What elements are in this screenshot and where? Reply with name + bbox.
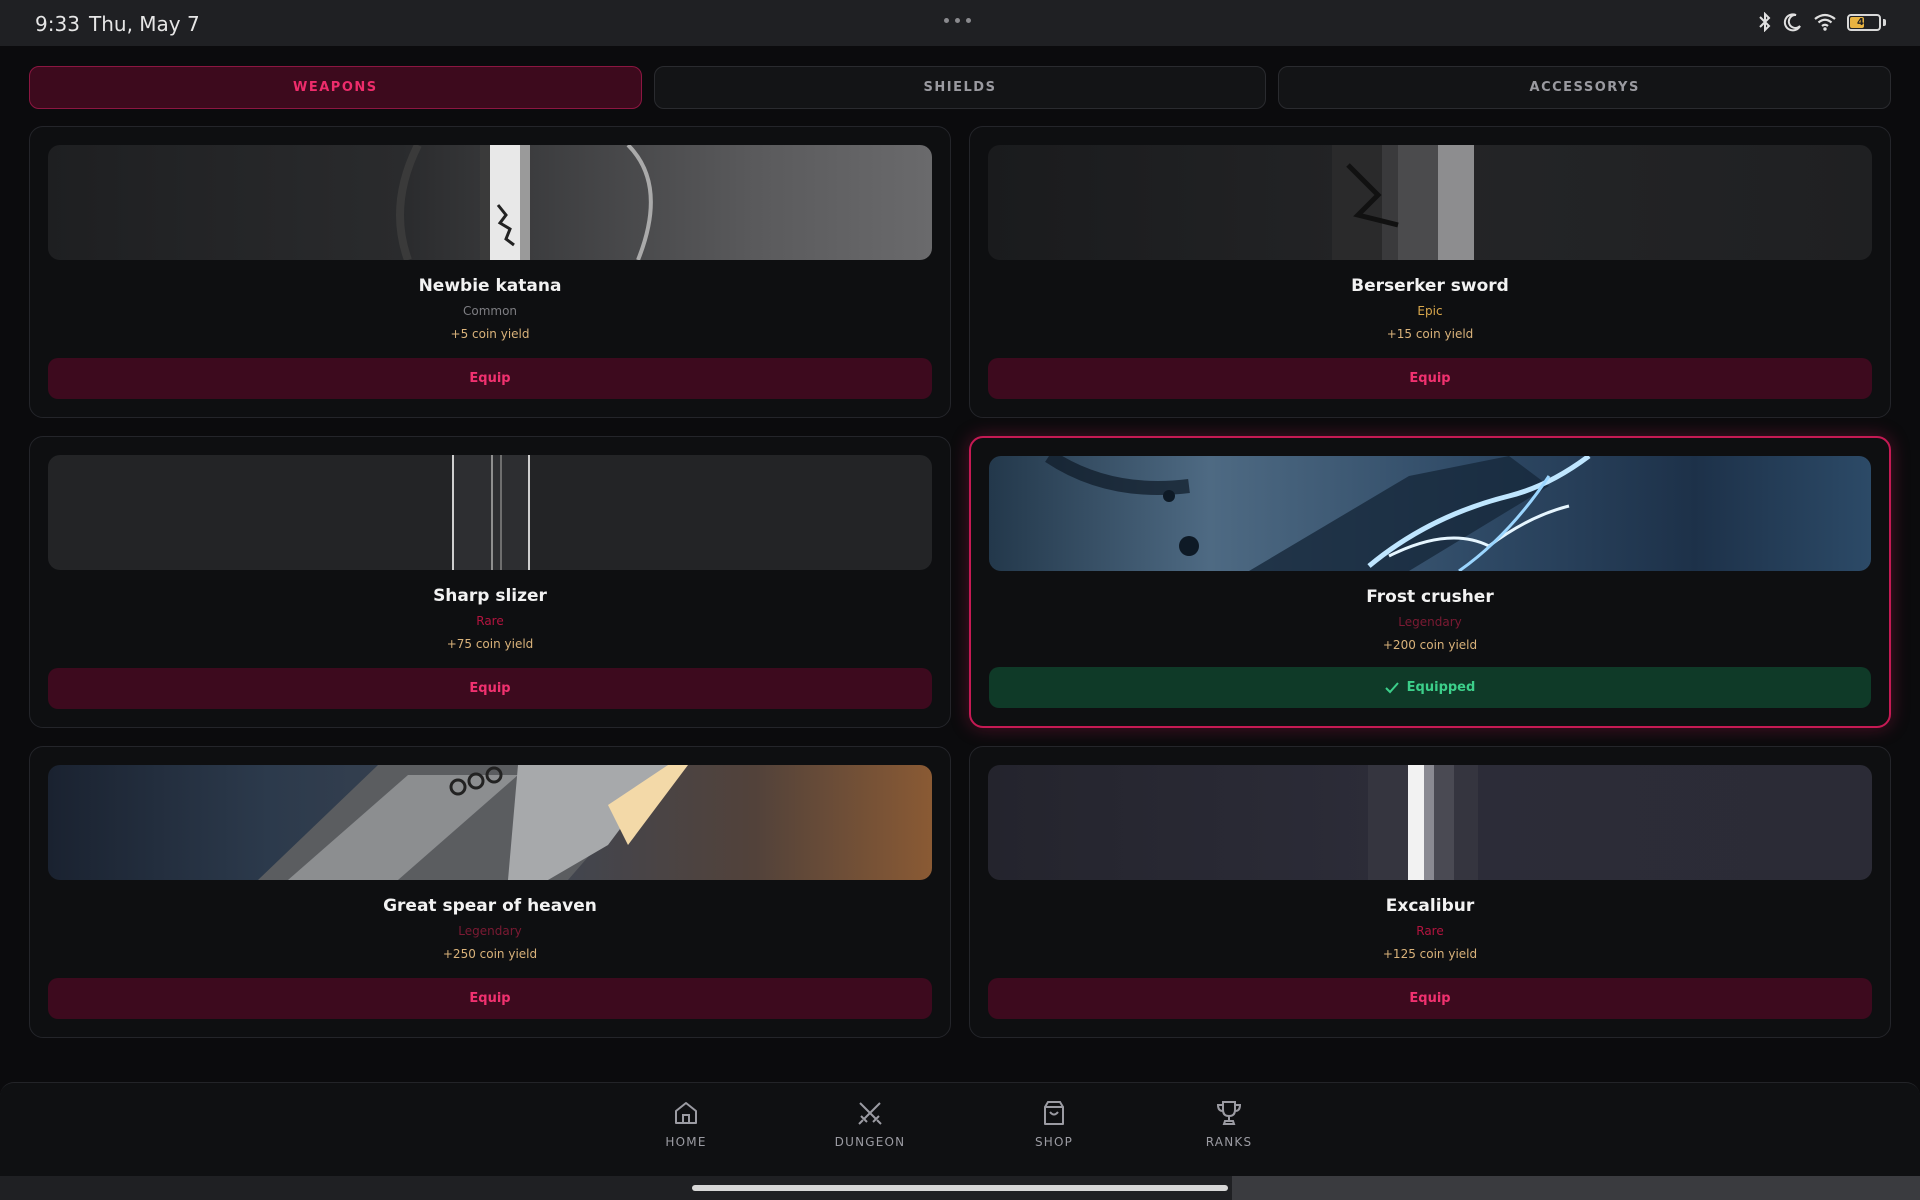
more-dots-icon[interactable] bbox=[944, 18, 971, 23]
nav-shop-label: SHOP bbox=[1034, 1135, 1074, 1149]
item-card-great-spear-of-heaven: Great spear of heaven Legendary +250 coi… bbox=[29, 746, 951, 1038]
nav-ranks[interactable]: RANKS bbox=[1169, 1099, 1289, 1149]
item-rarity: Rare bbox=[1416, 924, 1444, 938]
nav-dungeon[interactable]: DUNGEON bbox=[810, 1099, 930, 1149]
item-name: Sharp slizer bbox=[433, 586, 547, 606]
item-image bbox=[988, 145, 1872, 260]
nav-home-label: HOME bbox=[665, 1135, 707, 1149]
item-card-frost-crusher: Frost crusher Legendary +200 coin yield … bbox=[969, 436, 1891, 728]
check-icon bbox=[1384, 681, 1399, 693]
item-rarity: Legendary bbox=[458, 924, 522, 938]
item-yield: +250 coin yield bbox=[442, 947, 538, 961]
tab-shields[interactable]: SHIELDS bbox=[653, 66, 1267, 109]
status-bar: 9:33 Thu, May 7 46 bbox=[0, 0, 1920, 46]
home-indicator[interactable] bbox=[692, 1185, 1228, 1191]
item-name: Newbie katana bbox=[418, 276, 562, 296]
item-image bbox=[989, 456, 1871, 571]
equip-button[interactable]: Equip bbox=[48, 978, 932, 1019]
item-name: Frost crusher bbox=[1366, 587, 1494, 607]
item-name: Excalibur bbox=[1385, 896, 1475, 916]
item-image bbox=[988, 765, 1872, 880]
equip-button[interactable]: Equip bbox=[988, 358, 1872, 399]
item-rarity: Epic bbox=[1417, 304, 1443, 318]
shopping-bag-icon bbox=[1044, 1101, 1064, 1125]
item-card-excalibur: Excalibur Rare +125 coin yield Equip bbox=[969, 746, 1891, 1038]
bluetooth-icon bbox=[1759, 12, 1771, 32]
trophy-icon bbox=[1216, 1101, 1242, 1125]
battery-icon: 46 bbox=[1847, 13, 1881, 31]
item-yield: +75 coin yield bbox=[446, 637, 534, 651]
crossed-swords-icon bbox=[858, 1102, 882, 1125]
equip-button[interactable]: Equip bbox=[48, 668, 932, 709]
item-card-sharp-slizer: Sharp slizer Rare +75 coin yield Equip bbox=[29, 436, 951, 728]
category-tabs: WEAPONS SHIELDS ACCESSORYS bbox=[29, 66, 1892, 109]
item-name: Berserker sword bbox=[1351, 276, 1509, 296]
status-time: 9:33 bbox=[35, 12, 80, 36]
item-yield: +200 coin yield bbox=[1382, 638, 1478, 652]
system-home-bar bbox=[0, 1176, 1920, 1200]
status-date: Thu, May 7 bbox=[89, 12, 200, 36]
item-yield: +15 coin yield bbox=[1386, 327, 1474, 341]
wifi-icon bbox=[1814, 13, 1836, 31]
nav-shop[interactable]: SHOP bbox=[994, 1099, 1114, 1149]
home-icon bbox=[675, 1102, 697, 1124]
tab-accessorys[interactable]: ACCESSORYS bbox=[1278, 66, 1892, 109]
equip-button[interactable]: Equip bbox=[48, 358, 932, 399]
nav-ranks-label: RANKS bbox=[1205, 1135, 1253, 1149]
item-yield: +125 coin yield bbox=[1382, 947, 1478, 961]
item-image bbox=[48, 765, 932, 880]
equip-button[interactable]: Equip bbox=[988, 978, 1872, 1019]
nav-dungeon-label: DUNGEON bbox=[834, 1135, 906, 1149]
nav-home[interactable]: HOME bbox=[626, 1099, 746, 1149]
item-name: Great spear of heaven bbox=[383, 896, 597, 916]
home-bar-right bbox=[1232, 1176, 1920, 1200]
tab-weapons[interactable]: WEAPONS bbox=[29, 66, 642, 109]
item-card-berserker-sword: Berserker sword Epic +15 coin yield Equi… bbox=[969, 126, 1891, 418]
status-icons: 46 bbox=[1757, 12, 1886, 32]
item-rarity: Legendary bbox=[1398, 615, 1462, 629]
item-card-newbie-katana: Newbie katana Common +5 coin yield Equip bbox=[29, 126, 951, 418]
moon-icon bbox=[1783, 13, 1801, 32]
item-grid: Newbie katana Common +5 coin yield Equip… bbox=[29, 126, 1891, 1038]
item-rarity: Common bbox=[462, 304, 518, 318]
item-rarity: Rare bbox=[476, 614, 504, 628]
bottom-nav: HOME DUNGEON SHOP RANKS bbox=[0, 1082, 1920, 1176]
item-image bbox=[48, 455, 932, 570]
item-yield: +5 coin yield bbox=[450, 327, 530, 341]
item-image bbox=[48, 145, 932, 260]
equipped-button[interactable]: Equipped bbox=[989, 667, 1871, 708]
battery-level: 46 bbox=[1857, 16, 1871, 28]
equipped-label: Equipped bbox=[1406, 680, 1476, 695]
